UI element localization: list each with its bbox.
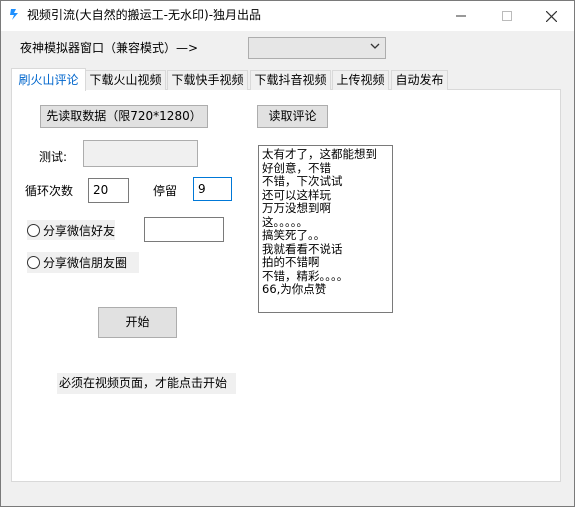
emulator-label: 夜神模拟器窗口（兼容模式）—> xyxy=(20,41,199,55)
start-button[interactable]: 开始 xyxy=(98,307,177,338)
tab-download-kuaishou[interactable]: 下载快手视频 xyxy=(167,70,248,90)
tab-label: 自动发布 xyxy=(395,73,444,87)
test-field[interactable] xyxy=(83,140,198,167)
comment-item: 好创意，不错 xyxy=(262,160,331,175)
loop-count-label: 循环次数 xyxy=(25,184,74,198)
tab-download-douyin[interactable]: 下载抖音视频 xyxy=(250,70,331,90)
close-icon xyxy=(545,10,557,22)
window-title: 视频引流(大自然的搬运工-无水印)-独月出品 xyxy=(27,8,262,22)
share-friend-radio[interactable]: 分享微信好友 xyxy=(27,220,116,240)
comment-item: 太有才了，这都能想到 xyxy=(262,147,377,161)
comment-item: 这。。。。。 xyxy=(262,214,308,229)
tab-download-huoshan[interactable]: 下载火山视频 xyxy=(85,70,166,90)
stay-input[interactable]: 9 xyxy=(193,177,232,201)
comment-item: 万万没想到啊 xyxy=(262,201,331,215)
share-friend-label: 分享微信好友 xyxy=(43,223,116,238)
maximize-icon xyxy=(502,11,512,21)
comment-item: 还可以这样玩 xyxy=(262,187,331,202)
app-logo-icon xyxy=(10,9,18,20)
tab-auto-publish[interactable]: 自动发布 xyxy=(391,70,448,90)
minimize-button[interactable] xyxy=(438,1,484,31)
comment-item: 不错，下次试试 xyxy=(262,174,343,188)
title-bar: 视频引流(大自然的搬运工-无水印)-独月出品 xyxy=(1,1,574,31)
share-friend-input[interactable] xyxy=(144,217,224,242)
minimize-icon xyxy=(456,15,466,17)
tab-label: 下载快手视频 xyxy=(171,73,244,87)
tab-upload-video[interactable]: 上传视频 xyxy=(332,70,389,90)
tab-label: 刷火山评论 xyxy=(18,73,79,87)
comment-item: 拍的不错啊 xyxy=(262,255,320,269)
tab-label: 上传视频 xyxy=(336,73,385,87)
test-label: 测试: xyxy=(39,150,68,164)
emulator-select[interactable] xyxy=(248,37,386,59)
tab-label: 下载火山视频 xyxy=(89,73,162,87)
radio-circle-icon xyxy=(27,256,40,269)
comment-item: 66,为你点赞 xyxy=(262,282,327,296)
tab-label: 下载抖音视频 xyxy=(254,73,327,87)
share-moments-label: 分享微信朋友圈 xyxy=(43,256,128,270)
instruction-note: 必须在视频页面，才能点击开始 xyxy=(57,373,236,394)
comments-list[interactable]: 太有才了，这都能想到 好创意，不错 不错，下次试试 还可以这样玩 万万没想到啊 … xyxy=(258,145,393,313)
comment-item: 不错，精彩。。。。 xyxy=(262,268,349,283)
close-button[interactable] xyxy=(528,1,574,31)
chevron-down-icon xyxy=(370,43,380,49)
share-moments-radio[interactable]: 分享微信朋友圈 xyxy=(27,252,139,273)
app-window: 视频引流(大自然的搬运工-无水印)-独月出品 夜神模拟器窗口（兼容模式）—> 刷… xyxy=(0,0,575,507)
maximize-button[interactable] xyxy=(484,1,530,31)
tab-huoshan-comments[interactable]: 刷火山评论 xyxy=(11,68,86,91)
comment-item: 我就看看不说话 xyxy=(262,241,343,256)
stay-label: 停留 xyxy=(153,184,178,198)
read-data-button[interactable]: 先读取数据（限720*1280） xyxy=(40,105,208,128)
read-comments-button[interactable]: 读取评论 xyxy=(257,105,328,128)
comment-item: 搞笑死了。。 xyxy=(262,228,326,242)
radio-circle-icon xyxy=(27,223,40,237)
loop-count-input[interactable]: 20 xyxy=(88,178,129,203)
